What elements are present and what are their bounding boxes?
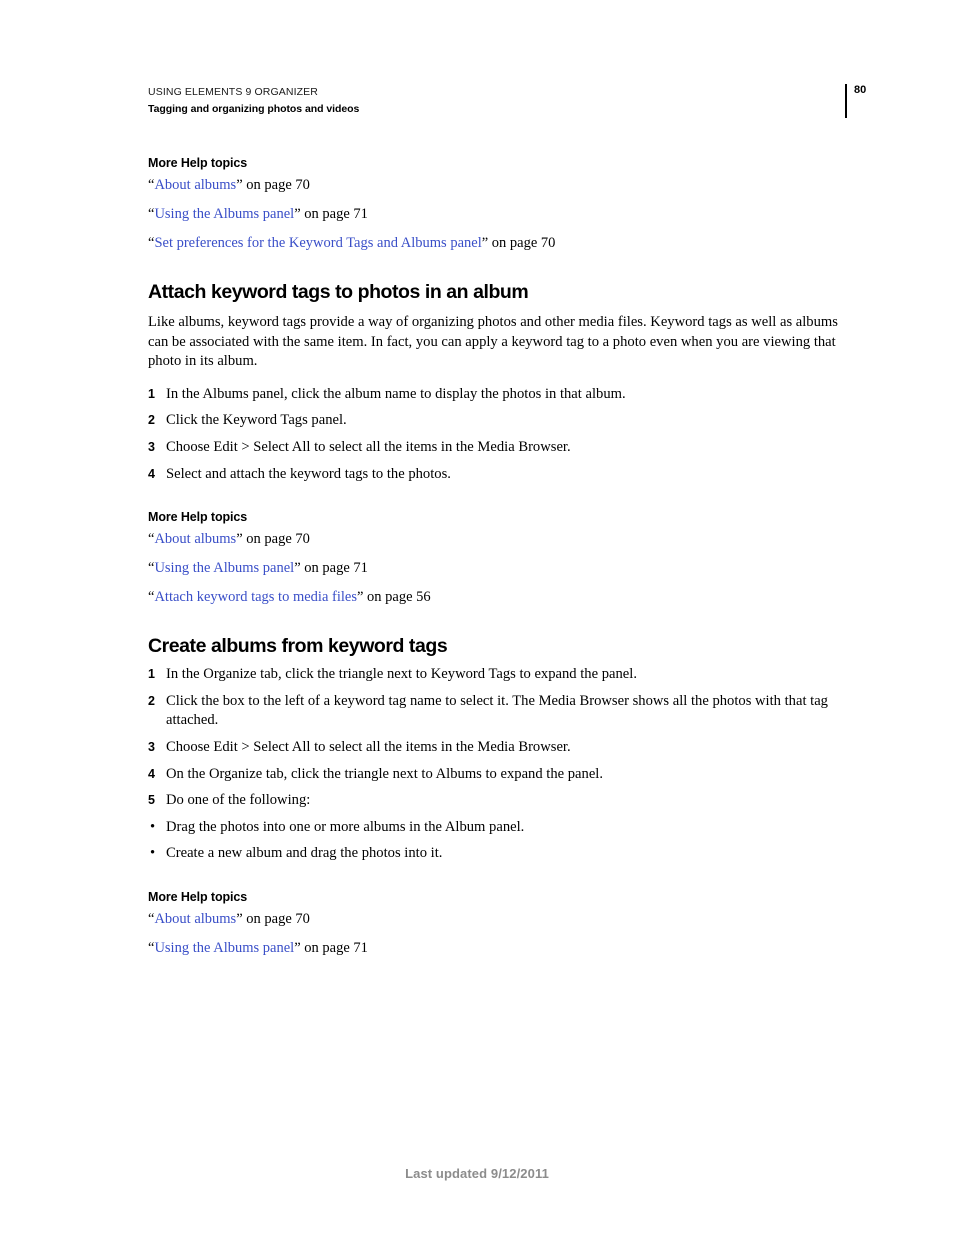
cross-reference-link[interactable]: Using the Albums panel xyxy=(154,940,294,956)
step-text: Drag the photos into one or more albums … xyxy=(166,818,525,835)
cross-reference-page: on page 71 xyxy=(300,560,368,577)
step-number: 4 xyxy=(148,766,155,781)
procedure-bullet: • Drag the photos into one or more album… xyxy=(148,818,852,838)
more-help-topics-section-1: More Help topics “About albums” on page … xyxy=(148,156,848,251)
more-help-topics-list: “About albums” on page 70 “Using the Alb… xyxy=(148,531,848,605)
cross-reference-item[interactable]: “Using the Albums panel” on page 71 xyxy=(148,940,848,956)
cross-reference-page: on page 56 xyxy=(363,589,431,606)
section-heading: Attach keyword tags to photos in an albu… xyxy=(148,281,529,303)
step-number: 1 xyxy=(148,386,155,401)
step-number: 3 xyxy=(148,739,155,754)
more-help-topics-title: More Help topics xyxy=(148,156,248,170)
more-help-topics-list: “About albums” on page 70 “Using the Alb… xyxy=(148,911,848,956)
cross-reference-link[interactable]: About albums xyxy=(154,911,236,927)
cross-reference-item[interactable]: “Using the Albums panel” on page 71 xyxy=(148,206,848,222)
more-help-topics-section-2: More Help topics “About albums” on page … xyxy=(148,510,848,605)
bullet-icon: • xyxy=(150,818,156,835)
document-page: USING ELEMENTS 9 ORGANIZER Tagging and o… xyxy=(0,0,954,1235)
step-text: In the Albums panel, click the album nam… xyxy=(166,385,626,402)
procedure-step: 3 Choose Edit > Select All to select all… xyxy=(148,438,852,458)
cross-reference-link[interactable]: Using the Albums panel xyxy=(154,560,294,576)
more-help-topics-list: “About albums” on page 70 “Using the Alb… xyxy=(148,177,848,251)
topic-section-create-albums: Create albums from keyword tags 1 In the… xyxy=(148,635,848,864)
cross-reference-item[interactable]: “About albums” on page 70 xyxy=(148,177,848,193)
step-text: In the Organize tab, click the triangle … xyxy=(166,666,637,683)
cross-reference-page: on page 71 xyxy=(300,206,368,222)
more-help-topics-section-3: More Help topics “About albums” on page … xyxy=(148,890,848,956)
cross-reference-link[interactable]: Set preferences for the Keyword Tags and… xyxy=(154,235,481,251)
cross-reference-link[interactable]: About albums xyxy=(154,177,236,193)
procedure-step: 5 Do one of the following: xyxy=(148,791,852,811)
procedure-step: 1 In the Albums panel, click the album n… xyxy=(148,385,852,405)
procedure-list: 1 In the Albums panel, click the album n… xyxy=(148,385,848,484)
section-body-paragraph: Like albums, keyword tags provide a way … xyxy=(148,314,838,370)
cross-reference-link[interactable]: About albums xyxy=(154,531,236,547)
page-footer: Last updated 9/12/2011 xyxy=(405,1166,549,1181)
more-help-topics-title: More Help topics xyxy=(148,510,248,525)
cross-reference-item[interactable]: “Attach keyword tags to media files” on … xyxy=(148,589,848,605)
step-number: 3 xyxy=(148,439,155,454)
step-number: 5 xyxy=(148,793,155,808)
running-header-product: USING ELEMENTS 9 ORGANIZER xyxy=(148,86,318,98)
step-number: 1 xyxy=(148,667,155,682)
step-text: Do one of the following: xyxy=(166,792,311,809)
bullet-icon: • xyxy=(150,845,156,862)
procedure-step: 2 Click the Keyword Tags panel. xyxy=(148,411,852,431)
procedure-step: 1 In the Organize tab, click the triangl… xyxy=(148,665,852,685)
procedure-step: 4 On the Organize tab, click the triangl… xyxy=(148,765,852,785)
step-text: Choose Edit > Select All to select all t… xyxy=(166,738,571,755)
procedure-bullet: • Create a new album and drag the photos… xyxy=(148,844,852,864)
cross-reference-page: on page 70 xyxy=(242,177,310,193)
procedure-step: 3 Choose Edit > Select All to select all… xyxy=(148,738,852,758)
cross-reference-page: on page 70 xyxy=(488,235,556,251)
section-heading: Create albums from keyword tags xyxy=(148,635,448,658)
page-content: More Help topics “About albums” on page … xyxy=(148,156,848,956)
header-divider-rule xyxy=(845,84,847,118)
cross-reference-link[interactable]: Using the Albums panel xyxy=(154,206,294,222)
step-text: On the Organize tab, click the triangle … xyxy=(166,765,604,782)
procedure-step: 4 Select and attach the keyword tags to … xyxy=(148,465,852,485)
cross-reference-page: on page 71 xyxy=(300,939,368,956)
page-number: 80 xyxy=(854,84,867,96)
cross-reference-item[interactable]: “About albums” on page 70 xyxy=(148,531,848,547)
procedure-list: 1 In the Organize tab, click the triangl… xyxy=(148,665,848,864)
step-text: Select and attach the keyword tags to th… xyxy=(166,465,451,482)
step-text: Create a new album and drag the photos i… xyxy=(166,845,443,862)
step-text: Click the box to the left of a keyword t… xyxy=(166,692,828,729)
cross-reference-page: on page 70 xyxy=(242,531,310,548)
cross-reference-item[interactable]: “Using the Albums panel” on page 71 xyxy=(148,560,848,576)
running-header: USING ELEMENTS 9 ORGANIZER Tagging and o… xyxy=(148,86,848,116)
procedure-step: 2 Click the box to the left of a keyword… xyxy=(148,692,852,731)
cross-reference-link[interactable]: Attach keyword tags to media files xyxy=(154,589,357,605)
running-header-chapter: Tagging and organizing photos and videos xyxy=(148,103,360,115)
step-number: 2 xyxy=(148,693,155,708)
cross-reference-page: on page 70 xyxy=(242,910,310,927)
step-text: Choose Edit > Select All to select all t… xyxy=(166,438,571,455)
more-help-topics-title: More Help topics xyxy=(148,889,248,904)
step-text: Click the Keyword Tags panel. xyxy=(166,412,347,429)
cross-reference-item[interactable]: “About albums” on page 70 xyxy=(148,911,848,927)
topic-section-attach-keyword-tags: Attach keyword tags to photos in an albu… xyxy=(148,281,848,484)
step-number: 4 xyxy=(148,466,155,481)
cross-reference-item[interactable]: “Set preferences for the Keyword Tags an… xyxy=(148,235,848,251)
step-number: 2 xyxy=(148,413,155,428)
